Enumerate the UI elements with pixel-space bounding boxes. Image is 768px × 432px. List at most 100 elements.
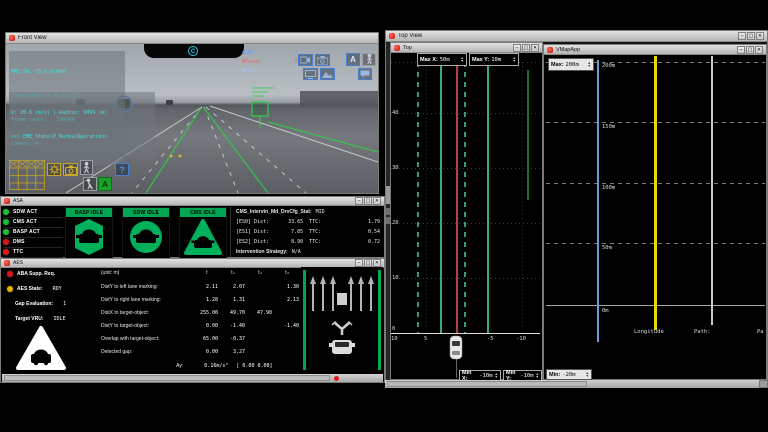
maximize-button[interactable]: ▢ xyxy=(746,46,754,54)
range-label: 100m xyxy=(602,185,615,191)
max-x-spinner[interactable]: Max X: 50m ▲▼ xyxy=(417,53,467,66)
lane-line-dashed xyxy=(464,62,466,333)
map-lane-white-line xyxy=(711,56,713,325)
aes-state: AES State: RDY xyxy=(7,286,62,292)
ego-path-line xyxy=(456,62,458,334)
x-axis-line xyxy=(391,333,540,334)
vmap-min-spinner[interactable]: Min: -20m ▲▼ xyxy=(546,369,592,380)
range-label: 50m xyxy=(602,245,612,251)
asa-titlebar[interactable]: ASA – ▢ ✕ xyxy=(1,197,384,206)
aes-window: AES – ▢ ✕ ABA Supp. Req. AES State: RDY … xyxy=(0,258,385,383)
path2-label-clipped: Pa xyxy=(757,329,766,335)
range-label: 0m xyxy=(602,308,609,314)
status-dot xyxy=(3,219,9,225)
pedestrian-cane-icon[interactable] xyxy=(83,177,97,191)
counter-label: #LM: xyxy=(242,50,254,59)
chat-icon[interactable] xyxy=(358,68,372,80)
close-button[interactable]: ✕ xyxy=(373,197,381,205)
basp-idle-tile: BASP IDLE xyxy=(65,207,113,259)
road-marker-dot xyxy=(179,155,182,158)
cms-idle-tile: CMS IDLE xyxy=(179,207,227,259)
scrollbar-thumb[interactable] xyxy=(4,375,330,381)
spinner-arrows-icon[interactable]: ▲▼ xyxy=(513,57,516,63)
top-titlebar[interactable]: Top – ▢ ✕ xyxy=(391,43,542,53)
vmap-title: VMapApp xyxy=(556,47,580,53)
circle-car-icon xyxy=(123,217,169,257)
minimize-button[interactable]: – xyxy=(513,44,521,52)
scrollbar-thumb[interactable] xyxy=(387,381,587,387)
close-button[interactable]: ✕ xyxy=(373,259,381,267)
eme-state-line: <<: EME_State\P_NormalOperation> xyxy=(11,133,153,141)
status-dot xyxy=(3,229,9,235)
help-icon[interactable]: ? xyxy=(115,163,129,176)
maximize-button[interactable]: ▢ xyxy=(364,197,372,205)
spinner-arrows-icon[interactable]: ▲▼ xyxy=(586,372,589,378)
front-view-window: Front View xyxy=(5,32,379,194)
spinner-arrows-icon[interactable]: ▲▼ xyxy=(536,373,539,379)
y-tick: 10 xyxy=(392,275,399,281)
close-button[interactable]: ✕ xyxy=(531,44,539,52)
maximize-button[interactable]: ▢ xyxy=(364,259,372,267)
minimize-button[interactable]: – xyxy=(738,32,746,40)
scrollbar-corner[interactable] xyxy=(759,380,768,388)
spinner-arrows-icon[interactable]: ▲▼ xyxy=(495,373,498,379)
gap-evaluation: Gap Evaluation: 1 xyxy=(15,301,66,307)
info-line: MMS SW: V5.5.0.004 xyxy=(11,68,123,76)
grid-line xyxy=(490,62,491,333)
app-icon xyxy=(4,198,10,204)
object-marker xyxy=(337,293,347,305)
maximize-button[interactable]: ▢ xyxy=(522,44,530,52)
pedestrian-icon[interactable] xyxy=(362,53,376,66)
y-tick: 20 xyxy=(392,220,399,226)
terrain-icon[interactable] xyxy=(320,68,335,80)
pedestrian-walk-icon[interactable] xyxy=(80,160,93,175)
status-dot xyxy=(7,286,13,292)
minimize-button[interactable]: – xyxy=(355,259,363,267)
cms-header: CMS_Intervtn_Md_DrvCfg_Stat: MID xyxy=(236,209,325,215)
vmap-max-spinner[interactable]: Max: 200m ▲▼ xyxy=(548,58,594,71)
longitude-label: Longitude xyxy=(634,329,664,335)
vmap-titlebar[interactable]: VMapApp – ▢ ✕ xyxy=(544,45,766,55)
right-pane-scrollbar[interactable] xyxy=(385,380,768,388)
close-button[interactable]: ✕ xyxy=(756,32,764,40)
max-y-spinner[interactable]: Max Y: 10m ▲▼ xyxy=(469,53,519,66)
aes-scrollbar[interactable] xyxy=(2,374,383,382)
spinner-arrows-icon[interactable]: ▲▼ xyxy=(588,62,591,68)
camera-view: MMS SW: V5.5.0.004 Compatible SW 59.10.0… xyxy=(6,44,378,193)
front-view-titlebar[interactable]: Front View xyxy=(6,33,378,44)
app-icon xyxy=(394,45,400,51)
table-row: DistY to right lane marking: 1.281.312.1… xyxy=(101,293,301,306)
ego-trail-line xyxy=(456,358,457,378)
y-tick: 40 xyxy=(392,110,399,116)
minimize-button[interactable]: – xyxy=(355,197,363,205)
gear-icon[interactable] xyxy=(47,163,61,176)
center-status-badge: C xyxy=(188,46,198,56)
target-detection-box xyxy=(252,88,274,128)
display-icon[interactable] xyxy=(303,68,318,80)
video-camera-icon[interactable] xyxy=(298,54,313,66)
sdw-idle-tile: SDW IDLE xyxy=(122,207,170,259)
top-view-titlebar[interactable]: Top View – ▢ ✕ xyxy=(386,31,767,42)
close-button[interactable]: ✕ xyxy=(755,46,763,54)
camera-snapshot-icon[interactable] xyxy=(63,163,78,176)
cms-footer: Intervention Strategy: N/A xyxy=(236,249,301,255)
aeb-active-icon[interactable]: A xyxy=(98,177,112,191)
app-icon xyxy=(4,260,10,266)
table-row: Overlap with target-object: 65.00-0.37 xyxy=(101,332,301,345)
spinner-arrows-icon[interactable]: ▲▼ xyxy=(461,57,464,63)
calibration-grid-icon[interactable] xyxy=(9,160,45,190)
auto-mode-icon[interactable]: A xyxy=(346,53,360,66)
counter-lm: #LM: 5 xyxy=(242,50,298,59)
camera-icon[interactable] xyxy=(315,54,330,66)
status-dot xyxy=(3,209,9,215)
minimize-button[interactable]: – xyxy=(737,46,745,54)
map-path-yellow-line xyxy=(654,56,657,330)
ay-row: Ay: 0.16m/s² [ 0.00 0.00] xyxy=(101,359,301,372)
triangle-car-icon xyxy=(180,217,226,257)
table-row: Detected gap: 0.003.27 xyxy=(101,345,301,358)
app-icon xyxy=(9,35,15,41)
status-dot xyxy=(3,239,9,245)
counter-value: 0 xyxy=(295,68,298,77)
status-dot xyxy=(7,271,13,277)
maximize-button[interactable]: ▢ xyxy=(747,32,755,40)
